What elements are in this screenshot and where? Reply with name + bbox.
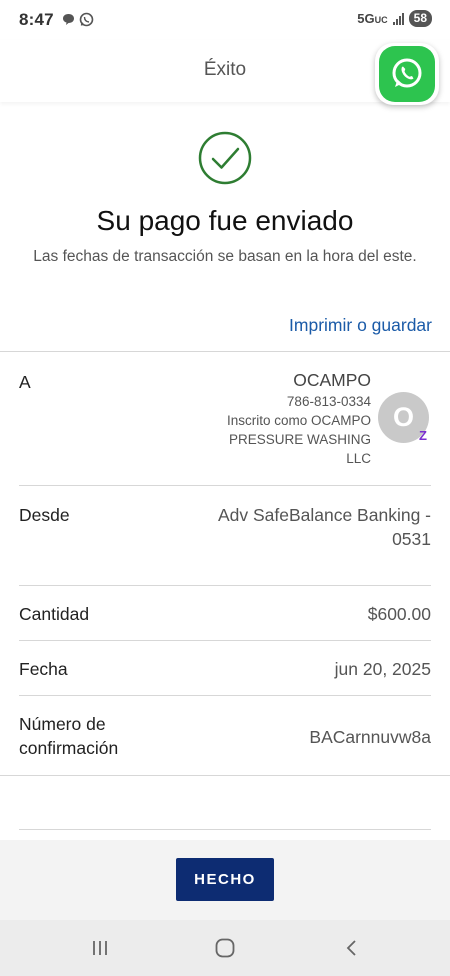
- timezone-note: Las fechas de transacción se basan en la…: [33, 248, 417, 265]
- whatsapp-icon: [379, 46, 435, 102]
- zelle-badge-icon: Z: [419, 428, 427, 443]
- chat-bubble-icon: [63, 14, 74, 25]
- home-icon[interactable]: [213, 936, 237, 960]
- divider: [19, 640, 431, 641]
- divider: [19, 695, 431, 696]
- network-label: 5GUC: [357, 11, 388, 26]
- divider: [0, 351, 450, 352]
- from-label: Desde: [19, 505, 70, 525]
- divider: [19, 585, 431, 586]
- confirmation-number: BACarnnuvw8a: [309, 727, 431, 747]
- recipient-business-line1: PRESSURE WASHING: [228, 432, 371, 447]
- done-button[interactable]: HECHO: [176, 858, 274, 901]
- notification-icons: [62, 12, 94, 27]
- signal-icon: [392, 12, 404, 25]
- recipient-phone: 786-813-0334: [286, 394, 371, 409]
- confirmation-label-line1: Número de: [19, 714, 106, 734]
- print-or-save-link[interactable]: Imprimir o guardar: [289, 315, 432, 336]
- to-label: A: [19, 372, 31, 392]
- from-account-line2: 0531: [392, 529, 431, 549]
- date-label: Fecha: [19, 659, 68, 679]
- divider: [19, 829, 431, 830]
- whatsapp-floating-button[interactable]: [375, 43, 439, 105]
- check-circle-icon: [198, 131, 252, 185]
- system-nav-bar: [0, 920, 450, 976]
- confirmation-label-line2: confirmación: [19, 738, 119, 758]
- amount-value: $600.00: [367, 604, 431, 624]
- from-account-line1: Adv SafeBalance Banking -: [217, 505, 431, 525]
- battery-badge: 58: [408, 10, 432, 27]
- recipient-enrolled-as: Inscrito como OCAMPO: [226, 413, 371, 428]
- divider: [0, 775, 450, 776]
- recipient-info: OCAMPO 786-813-0334 Inscrito como OCAMPO…: [227, 368, 371, 468]
- date-value: jun 20, 2025: [334, 659, 431, 679]
- recipient-business-line2: LLC: [346, 451, 371, 466]
- divider: [19, 485, 431, 486]
- status-bar: 8:47 5GUC 58: [0, 0, 450, 40]
- recipient-name: OCAMPO: [293, 370, 371, 390]
- status-time: 8:47: [19, 10, 54, 29]
- amount-label: Cantidad: [19, 604, 90, 624]
- from-account: Adv SafeBalance Banking - 0531: [218, 503, 431, 551]
- whatsapp-status-icon: [79, 12, 94, 27]
- back-icon[interactable]: [340, 936, 364, 960]
- confirmation-label: Número de confirmación: [19, 712, 118, 760]
- success-title: Su pago fue enviado: [96, 205, 354, 236]
- recents-icon[interactable]: [88, 936, 112, 960]
- status-right: 5GUC 58: [357, 10, 432, 27]
